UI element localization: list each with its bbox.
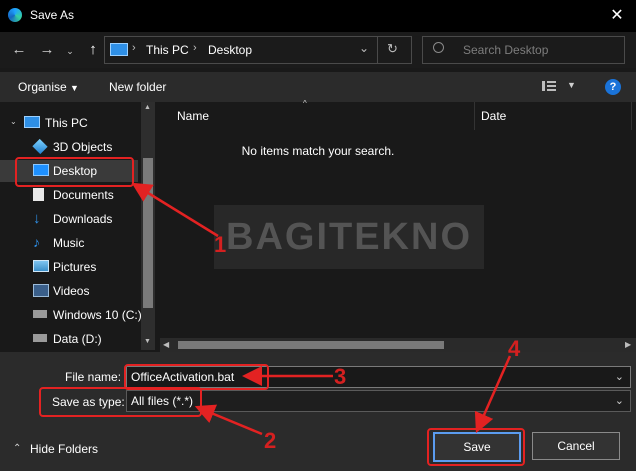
annotation-number-1: 1	[214, 232, 227, 257]
annotation-arrows	[131, 182, 512, 436]
annotation-arrow-2	[194, 404, 263, 436]
annotation-number-4: 4	[508, 336, 521, 361]
annotation-arrow-4	[474, 355, 512, 434]
annotation-number-3: 3	[334, 364, 347, 389]
annotation-number-2: 2	[264, 428, 277, 453]
annotation-arrow-1	[131, 182, 219, 238]
